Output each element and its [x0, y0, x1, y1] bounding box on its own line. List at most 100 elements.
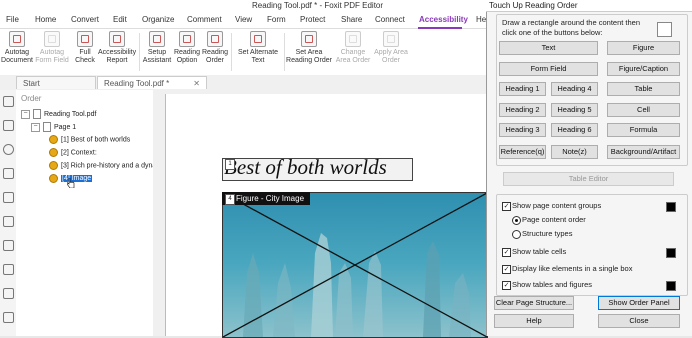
- table-editor-button[interactable]: Table Editor: [503, 172, 674, 186]
- bookmark-icon[interactable]: [3, 96, 14, 107]
- option-label: Show page content groups: [512, 201, 602, 210]
- order-icon[interactable]: [3, 288, 14, 299]
- background-artifact-button[interactable]: Background/Artifact: [607, 145, 680, 159]
- menu-file[interactable]: File: [6, 15, 19, 24]
- area-order-icon: [301, 31, 317, 47]
- signatures-icon[interactable]: [3, 216, 14, 227]
- menu-connect[interactable]: Connect: [375, 15, 405, 24]
- menu-convert[interactable]: Convert: [71, 15, 99, 24]
- ribbon-separator: [231, 33, 232, 71]
- menu-share[interactable]: Share: [341, 15, 362, 24]
- menu-protect[interactable]: Protect: [300, 15, 325, 24]
- comments-icon[interactable]: [3, 144, 14, 155]
- tree-item[interactable]: [1] Best of both worlds: [49, 135, 130, 144]
- accessibility-report-button[interactable]: Accessibility Report: [98, 31, 136, 65]
- show-tables-and-figures-checkbox[interactable]: ✓: [502, 281, 511, 290]
- show-order-panel-button[interactable]: Show Order Panel: [598, 296, 680, 310]
- clear-page-structure-button[interactable]: Clear Page Structure...: [494, 296, 574, 310]
- figure-caption-button[interactable]: Figure/Caption: [607, 62, 680, 76]
- reading-option-button[interactable]: Reading Option: [172, 31, 202, 65]
- close-button[interactable]: Close: [598, 314, 680, 328]
- tree-node-page[interactable]: − Page 1: [31, 122, 76, 132]
- tree-item[interactable]: [2] Context:: [49, 148, 97, 157]
- note-button[interactable]: Note(z): [551, 145, 598, 159]
- figure-button[interactable]: Figure: [607, 41, 680, 55]
- menu-accessibility[interactable]: Accessibility: [419, 15, 468, 24]
- show-table-cells-checkbox[interactable]: ✓: [502, 248, 511, 257]
- ribbon-separator: [139, 33, 140, 71]
- close-tab-icon[interactable]: ✕: [193, 77, 200, 90]
- heading-4-button[interactable]: Heading 4: [551, 82, 598, 96]
- page-content-order-radio[interactable]: [512, 216, 521, 225]
- page-icon: [43, 122, 51, 132]
- menu-help[interactable]: He: [476, 15, 486, 24]
- apply-order-icon: [383, 31, 399, 47]
- pages-icon[interactable]: [3, 120, 14, 131]
- region-number-badge: 1: [225, 159, 235, 170]
- alt-text-icon: [250, 31, 266, 47]
- security-icon[interactable]: [3, 312, 14, 323]
- content-icon[interactable]: [3, 264, 14, 275]
- autotag-form-field-button[interactable]: Autotag Form Field: [34, 31, 70, 65]
- color-swatch[interactable]: [666, 281, 676, 291]
- reading-order-icon: [207, 31, 223, 47]
- page-heading: Best of both worlds: [224, 155, 387, 179]
- heading-1-button[interactable]: Heading 1: [499, 82, 546, 96]
- autotag-form-icon: [44, 31, 60, 47]
- set-area-reading-order-button[interactable]: Set Area Reading Order: [286, 31, 332, 65]
- set-alternate-text-button[interactable]: Set Alternate Text: [234, 31, 282, 65]
- order-panel-title: Order: [21, 94, 42, 103]
- display-like-elements-checkbox[interactable]: ✓: [502, 265, 511, 274]
- full-check-button[interactable]: Full Check: [72, 31, 98, 65]
- cell-button[interactable]: Cell: [607, 103, 680, 117]
- heading-6-button[interactable]: Heading 6: [551, 123, 598, 137]
- tree-node-file[interactable]: − Reading Tool.pdf: [21, 109, 96, 119]
- menu-edit[interactable]: Edit: [113, 15, 127, 24]
- menu-form[interactable]: Form: [267, 15, 286, 24]
- option-label: Page content order: [522, 215, 586, 224]
- text-button[interactable]: Text: [499, 41, 598, 55]
- city-image: [223, 193, 487, 337]
- figure-label: Figure - City Image: [222, 192, 311, 205]
- change-order-icon: [345, 31, 361, 47]
- reference-button[interactable]: Reference(q): [499, 145, 546, 159]
- change-area-order-button[interactable]: Change Area Order: [334, 31, 372, 65]
- option-label: Display like elements in a single box: [512, 264, 633, 273]
- menu-comment[interactable]: Comment: [187, 15, 222, 24]
- full-check-icon: [77, 31, 93, 47]
- menu-organize[interactable]: Organize: [142, 15, 174, 24]
- draw-rectangle-icon: [657, 22, 672, 37]
- table-button[interactable]: Table: [607, 82, 680, 96]
- dialog-title-bar: Touch Up Reading Order: [486, 0, 692, 12]
- heading-2-button[interactable]: Heading 2: [499, 103, 546, 117]
- attachments-icon[interactable]: [3, 192, 14, 203]
- tree-item[interactable]: [3] Rich pre-history and a dyna: [49, 161, 156, 170]
- autotag-icon: [9, 31, 25, 47]
- reading-order-button[interactable]: Reading Order: [202, 31, 228, 65]
- apply-area-order-button[interactable]: Apply Area Order: [372, 31, 410, 65]
- autotag-document-button[interactable]: Autotag Document: [0, 31, 34, 65]
- structure-types-radio[interactable]: [512, 230, 521, 239]
- figure-region[interactable]: [222, 192, 488, 338]
- collapse-icon[interactable]: −: [21, 109, 30, 119]
- layers-icon[interactable]: [3, 168, 14, 179]
- setup-assistant-button[interactable]: Setup Assistant: [142, 31, 172, 65]
- tab-reading-tool[interactable]: Reading Tool.pdf * ✕: [97, 76, 207, 89]
- form-field-button[interactable]: Form Field: [499, 62, 598, 76]
- tab-start[interactable]: Start: [16, 76, 96, 89]
- menu-home[interactable]: Home: [35, 15, 56, 24]
- color-swatch[interactable]: [666, 202, 676, 212]
- formula-button[interactable]: Formula: [607, 123, 680, 137]
- tags-icon[interactable]: [3, 240, 14, 251]
- heading-5-button[interactable]: Heading 5: [551, 103, 598, 117]
- order-tag-icon: [49, 135, 58, 144]
- help-button[interactable]: Help: [494, 314, 574, 328]
- collapse-icon[interactable]: −: [31, 122, 40, 132]
- color-swatch[interactable]: [666, 248, 676, 258]
- setup-icon: [149, 31, 165, 47]
- menu-view[interactable]: View: [235, 15, 252, 24]
- option-label: Show tables and figures: [512, 280, 593, 289]
- order-tag-icon: [49, 174, 58, 183]
- heading-3-button[interactable]: Heading 3: [499, 123, 546, 137]
- show-page-content-groups-checkbox[interactable]: ✓: [502, 202, 511, 211]
